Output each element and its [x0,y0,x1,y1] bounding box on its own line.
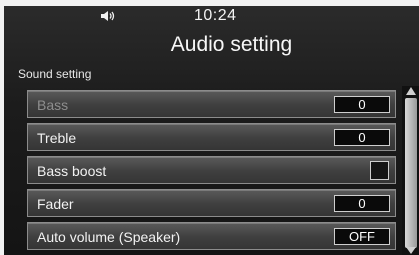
speaker-icon [101,11,115,21]
setting-value: OFF [334,228,390,245]
scroll-up-icon[interactable] [405,86,417,96]
setting-row-bass[interactable]: Bass 0 [27,90,396,118]
setting-label: Auto volume (Speaker) [37,229,181,245]
section-label: Sound setting [18,67,92,81]
setting-label: Fader [37,196,74,212]
setting-label: Treble [37,130,77,146]
status-bar: 10:24 [4,6,419,26]
setting-value: 0 [334,129,390,146]
setting-row-bass-boost[interactable]: Bass boost [27,156,396,184]
scrollbar[interactable] [402,86,419,255]
setting-row-fader[interactable]: Fader 0 [27,189,396,217]
clock: 10:24 [194,7,237,24]
page-title: Audio setting [170,33,293,56]
audio-setting-screen: 10:24 Audio setting Sound setting Bass 0… [4,6,419,255]
setting-row-auto-volume[interactable]: Auto volume (Speaker) OFF [27,222,396,250]
scroll-down-icon[interactable] [405,246,417,255]
scroll-thumb[interactable] [405,98,417,248]
setting-row-treble[interactable]: Treble 0 [27,123,396,151]
setting-value: 0 [334,195,390,212]
setting-value: 0 [334,96,390,113]
setting-label: Bass [37,97,69,113]
bass-boost-checkbox[interactable] [370,161,389,180]
setting-label: Bass boost [37,163,107,179]
